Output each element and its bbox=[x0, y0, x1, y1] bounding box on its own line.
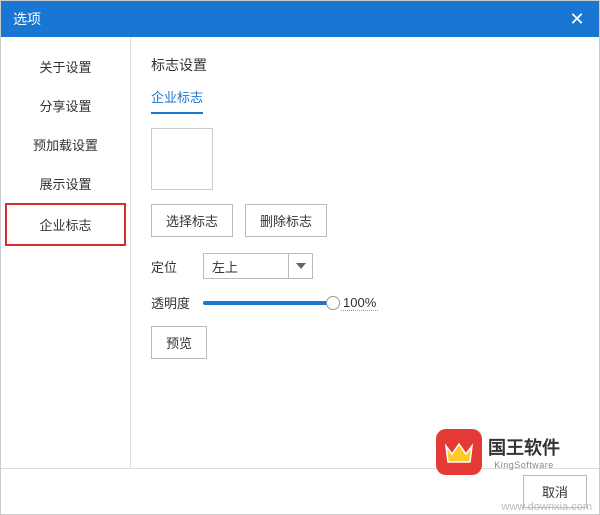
sidebar-item-label: 展示设置 bbox=[39, 177, 91, 192]
opacity-label: 透明度 bbox=[151, 293, 193, 312]
position-select[interactable]: 左上 bbox=[203, 253, 313, 279]
opacity-value[interactable]: 100% bbox=[341, 295, 378, 311]
opacity-row: 透明度 100% bbox=[151, 293, 579, 312]
position-row: 定位 左上 bbox=[151, 253, 579, 279]
slider-thumb[interactable] bbox=[326, 296, 340, 310]
sidebar-item-display[interactable]: 展示设置 bbox=[1, 164, 130, 203]
tab-enterprise-logo[interactable]: 企业标志 bbox=[151, 87, 203, 114]
sidebar-item-share[interactable]: 分享设置 bbox=[1, 86, 130, 125]
slider-fill bbox=[203, 301, 333, 305]
position-label: 定位 bbox=[151, 257, 193, 276]
preview-row: 预览 bbox=[151, 326, 579, 359]
select-logo-button[interactable]: 选择标志 bbox=[151, 204, 233, 237]
logo-preview-box bbox=[151, 128, 213, 190]
sidebar-item-logo[interactable]: 企业标志 bbox=[5, 203, 126, 246]
titlebar: 选项 ✕ bbox=[1, 1, 599, 37]
sidebar-item-label: 分享设置 bbox=[39, 99, 91, 114]
options-dialog: 选项 ✕ 关于设置 分享设置 预加载设置 展示设置 企业标志 标志设置 企业标志… bbox=[0, 0, 600, 515]
preview-button[interactable]: 预览 bbox=[151, 326, 207, 359]
sidebar-item-preload[interactable]: 预加载设置 bbox=[1, 125, 130, 164]
position-value: 左上 bbox=[212, 257, 238, 276]
dialog-title: 选项 bbox=[13, 9, 567, 29]
logo-button-row: 选择标志 删除标志 bbox=[151, 204, 579, 237]
dialog-footer: 取消 bbox=[1, 468, 599, 514]
cancel-button[interactable]: 取消 bbox=[523, 475, 587, 508]
sidebar-item-label: 预加载设置 bbox=[33, 138, 98, 153]
delete-logo-button[interactable]: 删除标志 bbox=[245, 204, 327, 237]
section-title: 标志设置 bbox=[151, 55, 579, 75]
opacity-slider[interactable] bbox=[203, 295, 333, 311]
close-icon[interactable]: ✕ bbox=[567, 9, 587, 30]
opacity-slider-wrap: 100% bbox=[203, 295, 378, 311]
chevron-down-icon bbox=[288, 254, 312, 278]
dialog-body: 关于设置 分享设置 预加载设置 展示设置 企业标志 标志设置 企业标志 选择标志… bbox=[1, 37, 599, 468]
sidebar-item-about[interactable]: 关于设置 bbox=[1, 47, 130, 86]
sidebar: 关于设置 分享设置 预加载设置 展示设置 企业标志 bbox=[1, 37, 131, 468]
sidebar-item-label: 企业标志 bbox=[39, 218, 91, 233]
sidebar-item-label: 关于设置 bbox=[39, 60, 91, 75]
content-panel: 标志设置 企业标志 选择标志 删除标志 定位 左上 透明度 bbox=[131, 37, 599, 468]
